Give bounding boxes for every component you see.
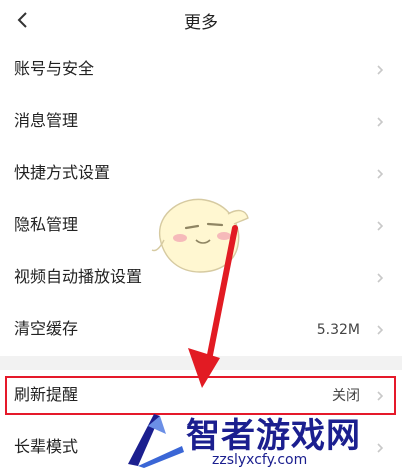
watermark-brand: 智者游戏网: [186, 416, 361, 456]
page-title: 更多: [184, 13, 218, 33]
watermark-url: zzslyxcfy.com: [212, 452, 308, 468]
chevron-right-icon: [377, 117, 384, 127]
chevron-right-icon: [377, 65, 384, 75]
settings-row-label: 长辈模式: [14, 437, 79, 456]
chevron-right-icon: [377, 169, 384, 179]
settings-row-account-security[interactable]: 账号与安全: [0, 44, 402, 96]
chevron-right-icon: [377, 221, 384, 231]
chevron-right-icon: [377, 391, 384, 401]
watermark: 智者游戏网 zzslyxcfy.com: [120, 408, 402, 473]
settings-row-label: 账号与安全: [14, 59, 95, 78]
settings-row-message-management[interactable]: 消息管理: [0, 96, 402, 148]
cache-size-value: 5.32M: [316, 322, 360, 338]
settings-row-label: 隐私管理: [14, 215, 79, 234]
settings-row-label: 消息管理: [14, 111, 79, 130]
refresh-reminder-status: 关闭: [332, 388, 360, 404]
settings-row-label: 视频自动播放设置: [14, 267, 143, 286]
settings-row-label: 快捷方式设置: [14, 163, 111, 182]
chevron-right-icon: [377, 325, 384, 335]
arrow-icon: [188, 225, 238, 388]
top-bar: 更多: [0, 0, 402, 44]
settings-row-label: 刷新提醒: [14, 385, 79, 404]
watermark-logo-icon: [128, 414, 184, 468]
settings-row-label: 清空缓存: [14, 319, 79, 338]
chevron-right-icon: [377, 273, 384, 283]
